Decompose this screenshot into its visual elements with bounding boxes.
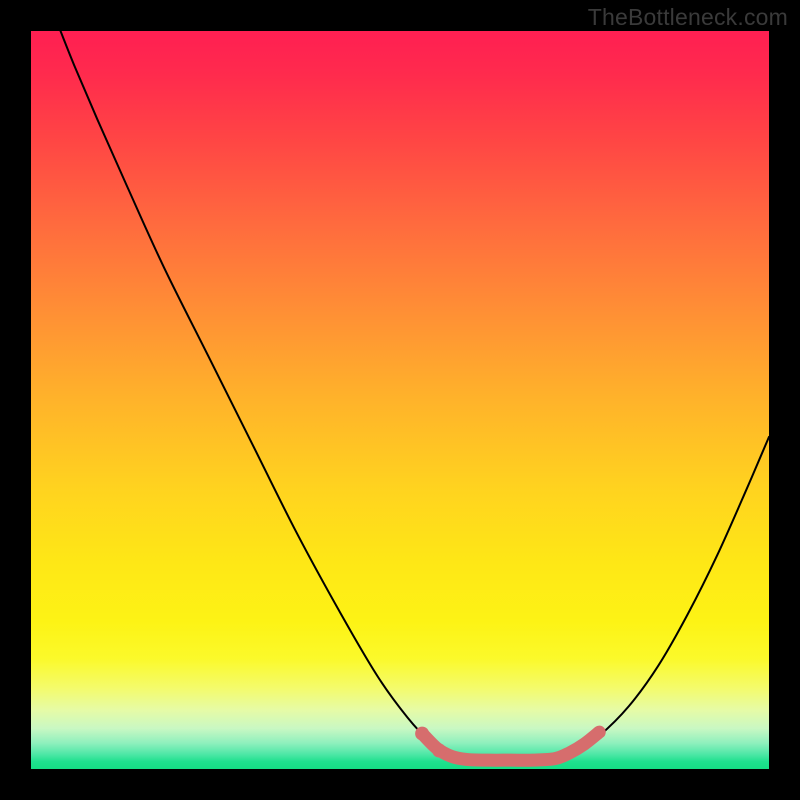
series-group [61, 31, 769, 760]
dot-1 [415, 727, 429, 741]
chart-overlay [31, 31, 769, 769]
curve-right-curve [555, 437, 769, 759]
curve-left-curve [61, 31, 467, 759]
chart-frame: TheBottleneck.com [0, 0, 800, 800]
dot-2 [432, 744, 446, 758]
watermark-text: TheBottleneck.com [588, 4, 788, 31]
curve-highlight-segment [422, 732, 599, 760]
plot-area [31, 31, 769, 769]
